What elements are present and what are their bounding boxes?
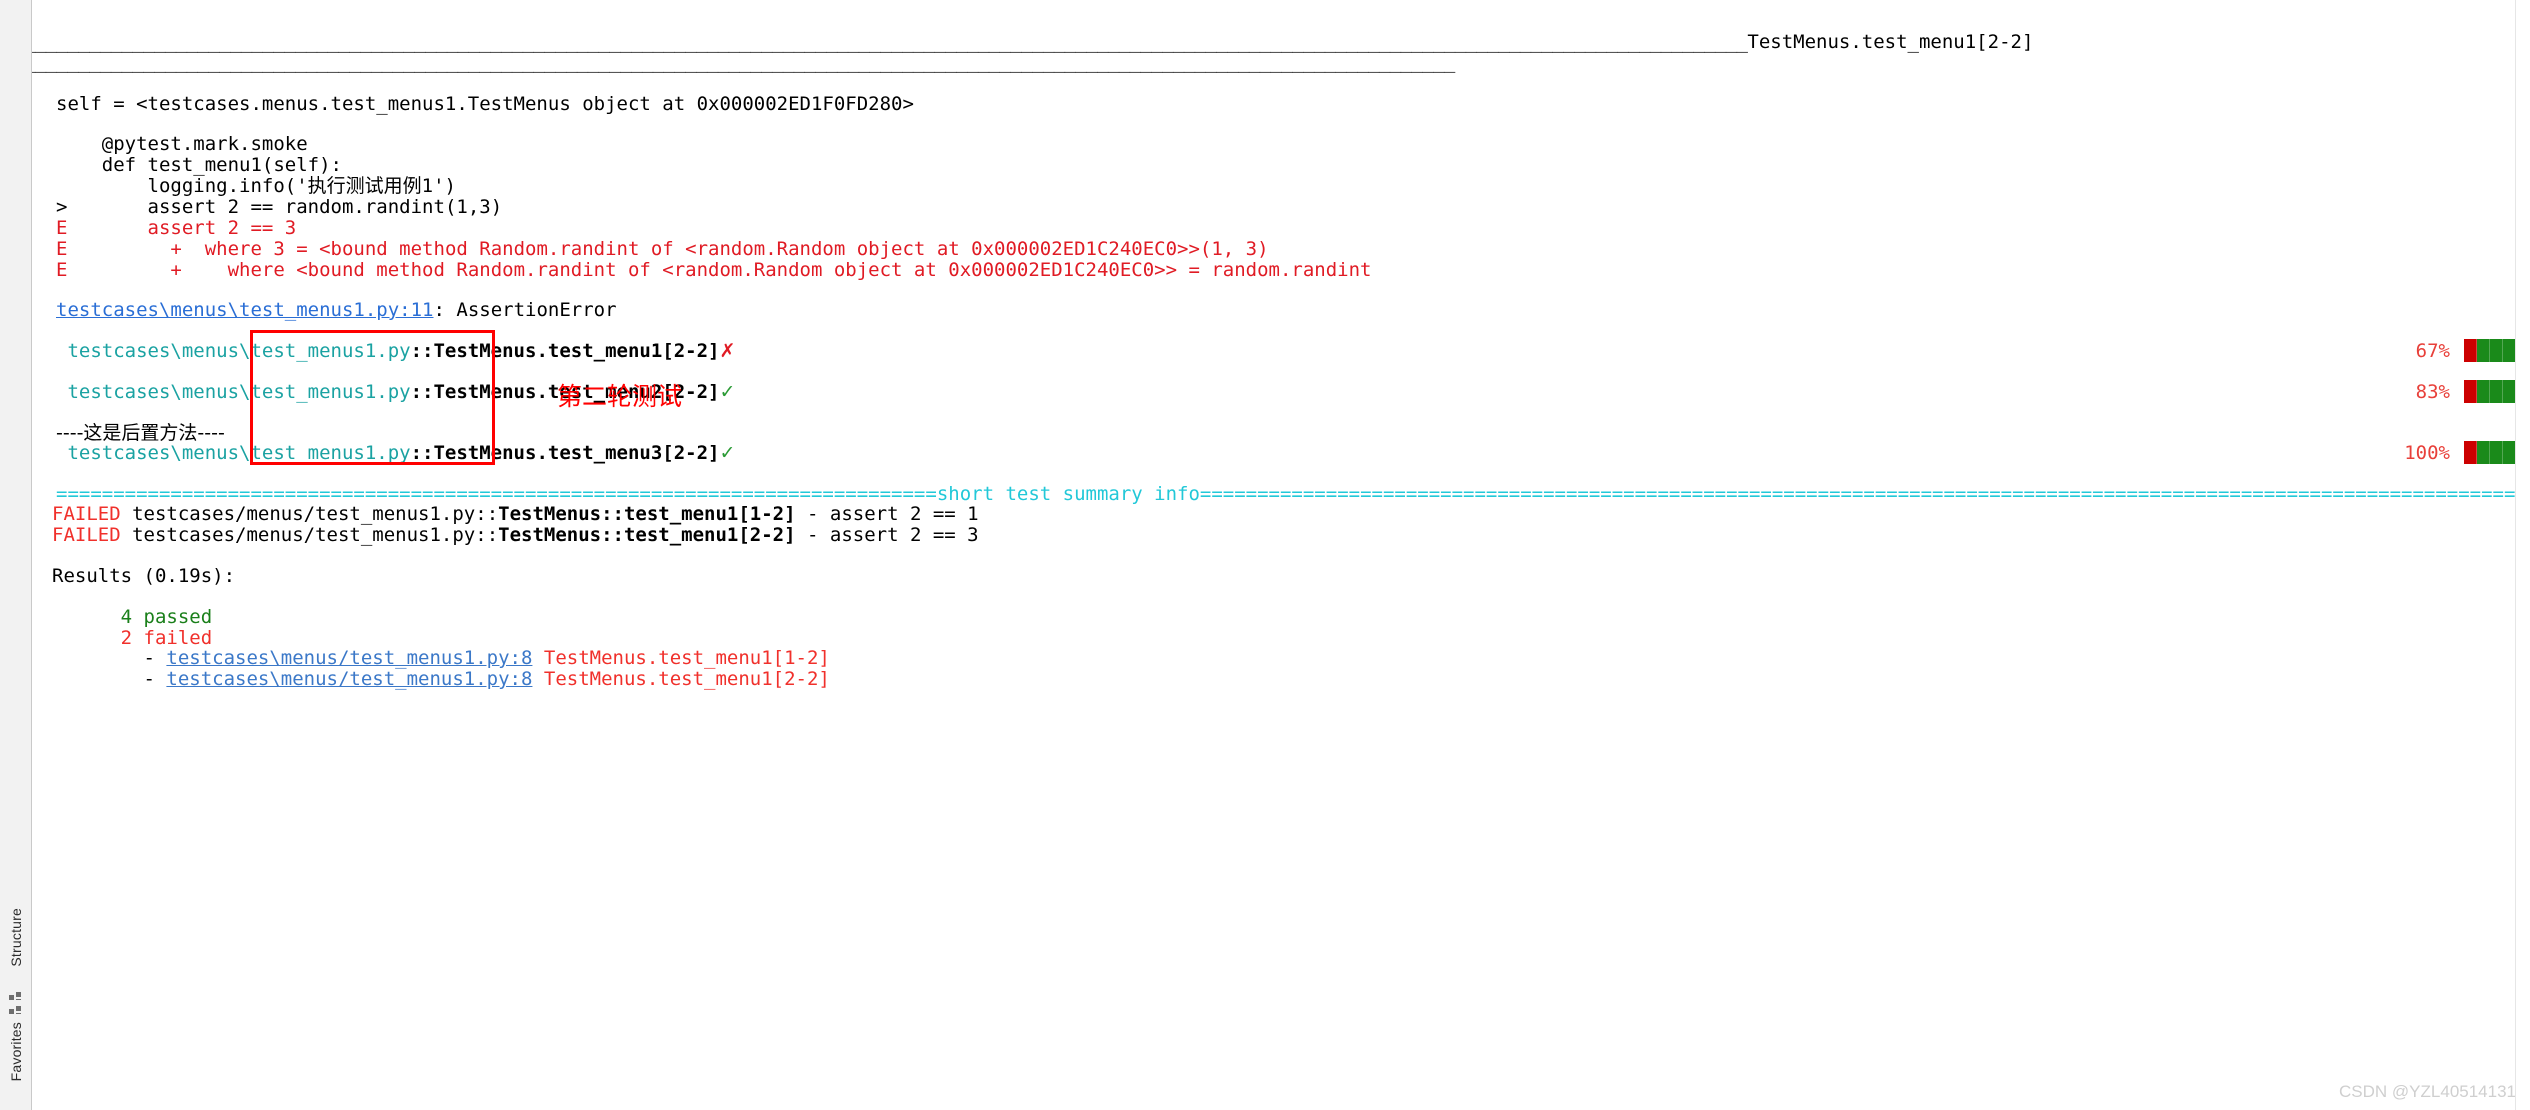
- scrollbar-gutter[interactable]: [2515, 0, 2530, 1110]
- failed-keyword: FAILED: [52, 524, 121, 546]
- code-line-def: def test_menu1(self):: [56, 154, 342, 176]
- error-text: assert 2 == 3: [67, 217, 297, 239]
- progress-segment-green: [2490, 380, 2503, 403]
- test-output-console[interactable]: ________________________________________…: [32, 0, 2530, 1110]
- annotation-label: 第二轮测试: [557, 382, 683, 411]
- teardown-line: ----这是后置方法----: [56, 422, 225, 444]
- tool-window-rail: Structure Favorites: [0, 0, 32, 1110]
- progress-percent-3: 100%: [2404, 442, 2450, 464]
- error-location-suffix: : AssertionError: [433, 299, 617, 321]
- error-marker: E: [56, 259, 68, 281]
- progress-segment-green: [2490, 441, 2503, 464]
- progress-segment-green: [2477, 380, 2490, 403]
- progress-segment-red: [2464, 339, 2477, 362]
- failed-detail: - assert 2 == 1: [795, 503, 979, 525]
- status-icon-failed: ✗: [719, 340, 736, 362]
- error-marker: E: [56, 217, 68, 239]
- code-line-logging: logging.info('执行测试用例1'): [56, 175, 456, 197]
- code-line-decorator: @pytest.mark.smoke: [56, 133, 308, 155]
- dash: -: [52, 647, 167, 669]
- results-passed-count: 4 passed: [52, 606, 213, 628]
- failed-path: testcases/menus/test_menus1.py::: [120, 503, 499, 525]
- results-header: Results (0.19s):: [52, 565, 236, 587]
- assert-statement: assert 2 == random.randint(1,3): [67, 196, 503, 218]
- error-line-2: E + where 3 = <bound method Random.randi…: [56, 239, 1269, 259]
- error-location-line: testcases\menus\test_menus1.py:11: Asser…: [56, 300, 617, 320]
- header-rule-left: ________________________________________…: [32, 31, 1748, 53]
- header-rule-under: ________________________________________…: [32, 51, 1455, 73]
- results-failure-2[interactable]: - testcases\menus/test_menus1.py:8 TestM…: [52, 669, 830, 689]
- failed-line-1: FAILED testcases/menus/test_menus1.py::T…: [52, 504, 979, 524]
- error-line-1: E assert 2 == 3: [56, 218, 296, 238]
- test-row-node[interactable]: ::TestMenus.test_menu3[2-2]: [411, 442, 720, 464]
- dash: -: [52, 668, 167, 690]
- error-marker: E: [56, 238, 68, 260]
- watermark: CSDN @YZL40514131: [2339, 1082, 2516, 1101]
- error-text: + where 3 = <bound method Random.randint…: [67, 238, 1269, 260]
- failure-file-link[interactable]: testcases\menus/test_menus1.py:8: [166, 668, 532, 690]
- progress-percent-2: 83%: [2415, 381, 2450, 403]
- results-failed-count: 2 failed: [52, 627, 213, 649]
- progress-segment-red: [2464, 380, 2477, 403]
- error-line-3: E + where <bound method Random.randint o…: [56, 260, 1372, 280]
- test-row-path[interactable]: testcases\menus\test_menus1.py: [56, 381, 410, 403]
- test-row-path[interactable]: testcases\menus\test_menus1.py: [56, 340, 410, 362]
- failure-test-name: TestMenus.test_menu1[2-2]: [532, 668, 830, 690]
- results-failure-1[interactable]: - testcases\menus/test_menus1.py:8 TestM…: [52, 648, 830, 668]
- favorites-icon: [9, 1003, 22, 1016]
- summary-separator-line: ========================================…: [56, 484, 2530, 504]
- failed-node: TestMenus::test_menu1[1-2]: [498, 503, 796, 525]
- structure-icon: [9, 989, 22, 1002]
- header-rule-under-wrap: ________________________________________…: [32, 52, 1455, 72]
- summary-title: short test summary info: [936, 483, 1200, 505]
- progress-segment-green: [2490, 339, 2503, 362]
- sidebar-item-favorites[interactable]: Favorites: [8, 1022, 24, 1081]
- assert-marker: >: [56, 196, 68, 218]
- status-icon-passed: ✓: [719, 381, 736, 403]
- progress-segment-green: [2477, 339, 2490, 362]
- failed-path: testcases/menus/test_menus1.py::: [120, 524, 499, 546]
- status-icon-passed: ✓: [719, 442, 736, 464]
- failed-node: TestMenus::test_menu1[2-2]: [498, 524, 796, 546]
- section-header: ________________________________________…: [32, 32, 2033, 52]
- error-text: + where <bound method Random.randint of …: [67, 259, 1372, 281]
- progress-segment-green: [2477, 441, 2490, 464]
- failed-line-2: FAILED testcases/menus/test_menus1.py::T…: [52, 525, 979, 545]
- summary-rule-right: ========================================…: [1199, 483, 2530, 505]
- failure-test-name: TestMenus.test_menu1[1-2]: [532, 647, 830, 669]
- test-row-node[interactable]: ::TestMenus.test_menu1[2-2]: [411, 340, 720, 362]
- header-test-title: TestMenus.test_menu1[2-2]: [1747, 31, 2034, 53]
- test-row-path[interactable]: testcases\menus\test_menus1.py: [56, 442, 410, 464]
- traceback-self-line: self = <testcases.menus.test_menus1.Test…: [56, 93, 914, 115]
- code-line-assert: > assert 2 == random.randint(1,3): [56, 197, 502, 217]
- failed-detail: - assert 2 == 3: [795, 524, 979, 546]
- failure-file-link[interactable]: testcases\menus/test_menus1.py:8: [166, 647, 532, 669]
- test-row-1[interactable]: testcases\menus\test_menus1.py::TestMenu…: [56, 341, 735, 361]
- sidebar-item-structure[interactable]: Structure: [8, 908, 24, 967]
- failed-keyword: FAILED: [52, 503, 121, 525]
- summary-rule-left: ========================================…: [56, 483, 937, 505]
- error-location-link[interactable]: testcases\menus\test_menus1.py:11: [56, 299, 434, 321]
- progress-percent-1: 67%: [2415, 340, 2450, 362]
- test-row-3[interactable]: testcases\menus\test_menus1.py::TestMenu…: [56, 443, 735, 463]
- progress-segment-red: [2464, 441, 2477, 464]
